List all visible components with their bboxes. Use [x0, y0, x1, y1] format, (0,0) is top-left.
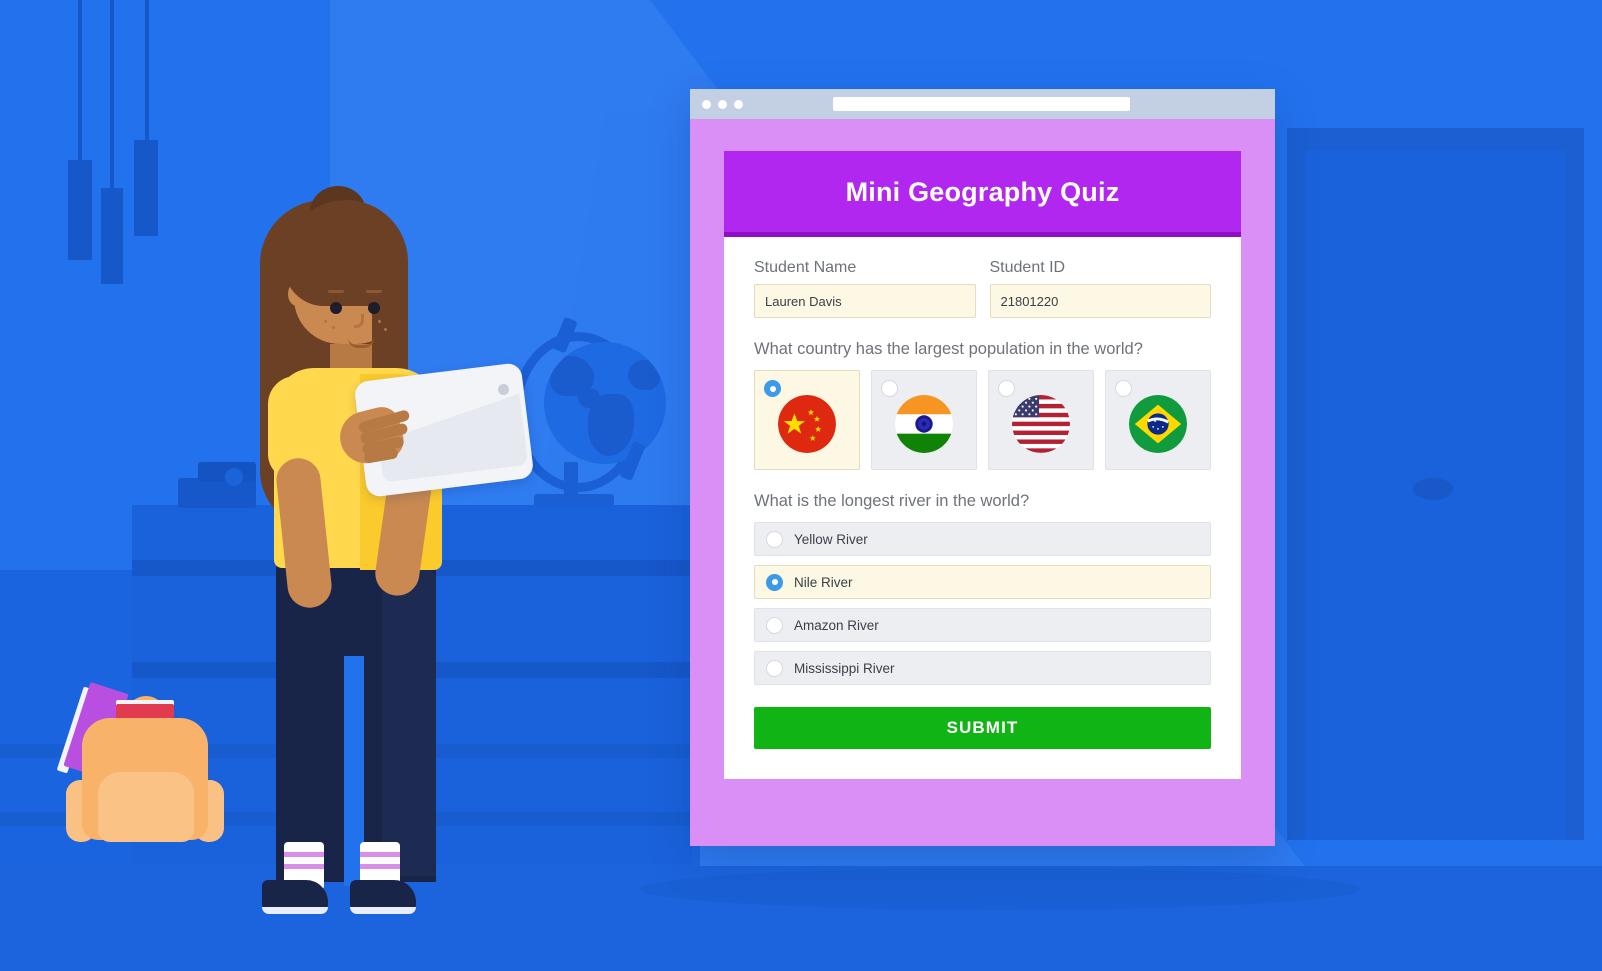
question-2-options: Yellow River Nile River Amazon River Mis… [754, 522, 1211, 685]
option-brazil[interactable] [1105, 370, 1211, 470]
backpack-illustration [56, 672, 238, 852]
flag-china-icon [778, 394, 836, 453]
browser-viewport: Mini Geography Quiz Student Name Lauren … [690, 119, 1275, 817]
option-china[interactable] [754, 370, 860, 470]
option-amazon-river[interactable]: Amazon River [754, 608, 1211, 642]
eye-right [368, 302, 380, 314]
shoe-left [262, 880, 328, 914]
tablet-camera-icon [498, 384, 509, 395]
quiz-card: Mini Geography Quiz Student Name Lauren … [724, 151, 1241, 779]
address-bar[interactable] [833, 97, 1130, 111]
radio-china[interactable] [764, 380, 781, 397]
student-id-label: Student ID [989, 259, 1066, 276]
minimize-dot-icon[interactable] [718, 99, 727, 109]
browser-window: Mini Geography Quiz Student Name Lauren … [690, 89, 1275, 846]
quiz-form: Student Name Lauren Davis Student ID 218… [724, 237, 1241, 779]
option-yellow-river[interactable]: Yellow River [754, 522, 1211, 556]
eyebrow-left [328, 290, 344, 293]
door-knob-icon [1413, 478, 1453, 500]
eyebrow-right [366, 290, 382, 293]
student-name-input[interactable]: Lauren Davis [754, 284, 976, 318]
student-name-field-group: Student Name Lauren Davis [754, 259, 976, 318]
question-1-text: What country has the largest population … [754, 340, 1143, 358]
radio-usa[interactable] [998, 380, 1015, 397]
student-info-row: Student Name Lauren Davis Student ID 218… [754, 259, 1211, 318]
window-controls[interactable] [702, 99, 743, 109]
option-label: Mississippi River [794, 660, 895, 676]
flag-india-icon [895, 394, 953, 453]
freckle [324, 320, 327, 323]
submit-button[interactable]: SUBMIT [754, 707, 1211, 749]
option-label: Yellow River [794, 531, 868, 547]
radio-mississippi-river[interactable] [766, 659, 783, 677]
option-label: Nile River [794, 574, 853, 590]
radio-india[interactable] [881, 380, 898, 397]
option-india[interactable] [871, 370, 977, 470]
shoe-right [350, 880, 416, 914]
backpack-pocket [98, 772, 194, 842]
option-usa[interactable] [988, 370, 1094, 470]
option-nile-river[interactable]: Nile River [754, 565, 1211, 599]
option-label: Amazon River [794, 617, 879, 633]
freckle [332, 326, 335, 329]
student-id-field-group: Student ID 21801220 [989, 259, 1211, 318]
page-title: Mini Geography Quiz [845, 177, 1120, 207]
pants-shade [382, 566, 436, 876]
freckle [378, 320, 381, 323]
browser-titlebar [690, 89, 1275, 119]
close-dot-icon[interactable] [702, 99, 711, 109]
quiz-header: Mini Geography Quiz [724, 151, 1241, 237]
radio-amazon-river[interactable] [766, 616, 783, 634]
student-name-label: Student Name [754, 259, 857, 276]
browser-shadow [640, 868, 1360, 910]
radio-brazil[interactable] [1115, 380, 1132, 397]
option-mississippi-river[interactable]: Mississippi River [754, 651, 1211, 685]
fingers [348, 409, 411, 464]
student-id-input[interactable]: 21801220 [989, 284, 1211, 318]
freckle [384, 328, 387, 331]
eye-left [330, 302, 342, 314]
flag-brazil-icon [1129, 394, 1187, 453]
question-1-options [754, 370, 1211, 470]
student-girl-illustration [232, 186, 535, 914]
maximize-dot-icon[interactable] [734, 99, 743, 109]
radio-yellow-river[interactable] [766, 530, 783, 548]
radio-nile-river[interactable] [766, 573, 783, 591]
flag-usa-icon [1012, 394, 1070, 453]
question-2-text: What is the longest river in the world? [754, 492, 1030, 510]
